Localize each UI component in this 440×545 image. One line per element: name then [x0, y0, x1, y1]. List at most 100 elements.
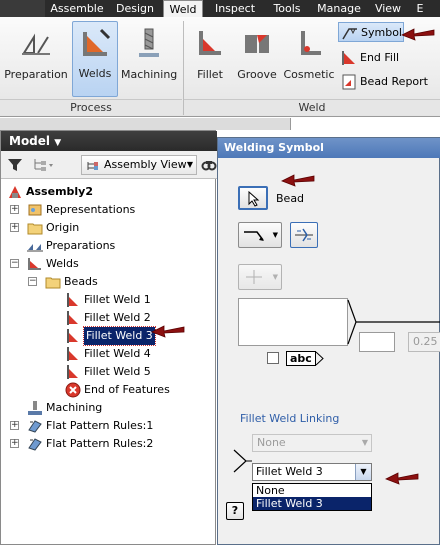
size-field[interactable] [359, 332, 395, 352]
tab-design[interactable]: Design [110, 0, 160, 17]
tab-environments[interactable]: E [410, 0, 430, 17]
preparation-button[interactable]: Preparation [4, 21, 68, 97]
flat-pattern-icon [28, 420, 42, 433]
flat-pattern-icon [28, 438, 42, 451]
welds-button[interactable]: Welds [72, 21, 118, 97]
machining-icon [28, 401, 42, 415]
help-button[interactable]: ? [226, 502, 244, 520]
collapse-icon[interactable]: − [28, 277, 37, 286]
linking-weld-select[interactable]: Fillet Weld 3 ▼ [252, 463, 372, 481]
welds-label: Welds [78, 67, 112, 80]
tree-item-label: Fillet Weld 1 [84, 293, 151, 306]
fillet-weld-icon [67, 293, 78, 307]
fillet-weld-icon [67, 311, 78, 325]
fillet-button[interactable]: Fillet [188, 21, 232, 97]
annotation-arrow-icon [281, 174, 315, 187]
chevron-down-icon: ▼ [355, 464, 371, 480]
assembly-view-label: Assembly View [104, 158, 187, 171]
assembly-icon [9, 186, 21, 198]
abc-label: abc [286, 351, 316, 366]
expand-icon[interactable]: + [10, 223, 19, 232]
expand-icon[interactable]: + [10, 205, 19, 214]
symbol-label: Symbol [361, 26, 402, 39]
dialog-title-bar[interactable]: Welding Symbol [218, 138, 440, 158]
machining-button[interactable]: Machining [121, 21, 177, 97]
tree-item-label: Assembly2 [26, 185, 93, 198]
leader-line-icon [244, 231, 264, 241]
tree-item-label: End of Features [84, 383, 170, 396]
tab-tools[interactable]: Tools [266, 0, 308, 17]
dropdown-option-none[interactable]: None [253, 484, 371, 497]
symbol-button[interactable]: Symbol [338, 22, 404, 42]
graphics-window [290, 118, 440, 130]
chevron-down-icon: ▼ [54, 138, 62, 148]
find-icon[interactable] [201, 157, 217, 173]
tab-weld[interactable]: Weld [163, 0, 203, 17]
length-field[interactable]: 0.25 i [408, 332, 440, 352]
expand-icon[interactable]: + [10, 439, 19, 448]
crosshair-icon [246, 270, 262, 284]
ribbon-tab-bar: Assemble Design Weld Inspect Tools Manag… [0, 0, 440, 17]
hierarchy-icon[interactable] [33, 157, 55, 173]
welds-icon [83, 28, 111, 56]
end-of-features-icon [65, 382, 81, 398]
fillet-label: Fillet [197, 68, 223, 81]
process-group-label: Process [0, 99, 182, 115]
select-bead-button[interactable] [238, 186, 268, 210]
tree-item-label: Flat Pattern Rules:2 [46, 437, 154, 450]
tab-assemble[interactable]: Assemble [46, 0, 108, 17]
collapse-icon[interactable]: − [10, 259, 19, 268]
welds-icon [28, 258, 41, 270]
annotation-arrow-icon [385, 472, 419, 485]
preparation-icon [22, 33, 50, 55]
cursor-icon [248, 191, 260, 207]
app-menu-button[interactable] [0, 0, 45, 17]
bead-label: Bead [276, 192, 305, 205]
tab-inspect[interactable]: Inspect [207, 0, 263, 17]
screen: Assemble Design Weld Inspect Tools Manag… [0, 0, 440, 545]
chevron-down-icon: ▼ [272, 273, 278, 281]
tree-item-label: Beads [64, 275, 98, 288]
fillet-icon [199, 31, 221, 55]
weld-symbol-text-area[interactable] [238, 298, 348, 346]
swap-icon [295, 228, 313, 242]
swap-symbol-button[interactable] [290, 222, 318, 248]
groove-button[interactable]: Groove [234, 21, 280, 97]
tree-item-label-selected: Fillet Weld 3 [83, 326, 156, 346]
arrow-side-dropdown[interactable]: ▼ [238, 222, 282, 248]
tree-item-label: Fillet Weld 2 [84, 311, 151, 324]
browser-header[interactable]: Model ▼ [1, 131, 217, 151]
end-fill-label: End Fill [360, 51, 400, 64]
cosmetic-button[interactable]: Cosmetic [282, 21, 336, 97]
assembly-view-icon [87, 162, 98, 170]
groove-label: Groove [237, 68, 277, 81]
annotation-arrow-icon [151, 325, 185, 338]
filter-icon[interactable] [7, 157, 23, 173]
fillet-weld-linking-title: Fillet Weld Linking [240, 412, 340, 425]
chevron-down-icon: ▼ [186, 160, 193, 169]
machining-label: Machining [121, 68, 178, 81]
chevron-down-icon: ▼ [361, 438, 368, 447]
assembly-view-button[interactable]: Assembly View ▼ [81, 155, 197, 175]
cosmetic-label: Cosmetic [283, 68, 335, 81]
tab-view[interactable]: View [370, 0, 406, 17]
identification-checkbox[interactable] [267, 352, 279, 364]
tab-manage[interactable]: Manage [312, 0, 366, 17]
welding-symbol-dialog: Welding Symbol Bead ▼ ▼ 0.25 i abc Fille… [217, 137, 440, 545]
dropdown-option-fillet-weld-3[interactable]: Fillet Weld 3 [253, 497, 371, 510]
end-fill-button[interactable]: End Fill [338, 48, 418, 68]
tree-item-label: Preparations [46, 239, 116, 252]
expand-icon[interactable]: + [10, 421, 19, 430]
tree-item-label: Flat Pattern Rules:1 [46, 419, 154, 432]
bead-report-label: Bead Report [360, 75, 428, 88]
bead-report-button[interactable]: Bead Report [338, 72, 438, 92]
tree-item-label: Welds [46, 257, 79, 270]
tree-item-label: Representations [46, 203, 136, 216]
folder-icon [27, 223, 43, 235]
machining-icon [139, 28, 159, 57]
symbol-type-dropdown[interactable]: ▼ [238, 264, 282, 290]
linking-none-select[interactable]: None ▼ [252, 434, 372, 452]
preparation-label: Preparation [4, 68, 68, 81]
preparations-icon [27, 244, 43, 252]
representations-icon [28, 204, 42, 216]
